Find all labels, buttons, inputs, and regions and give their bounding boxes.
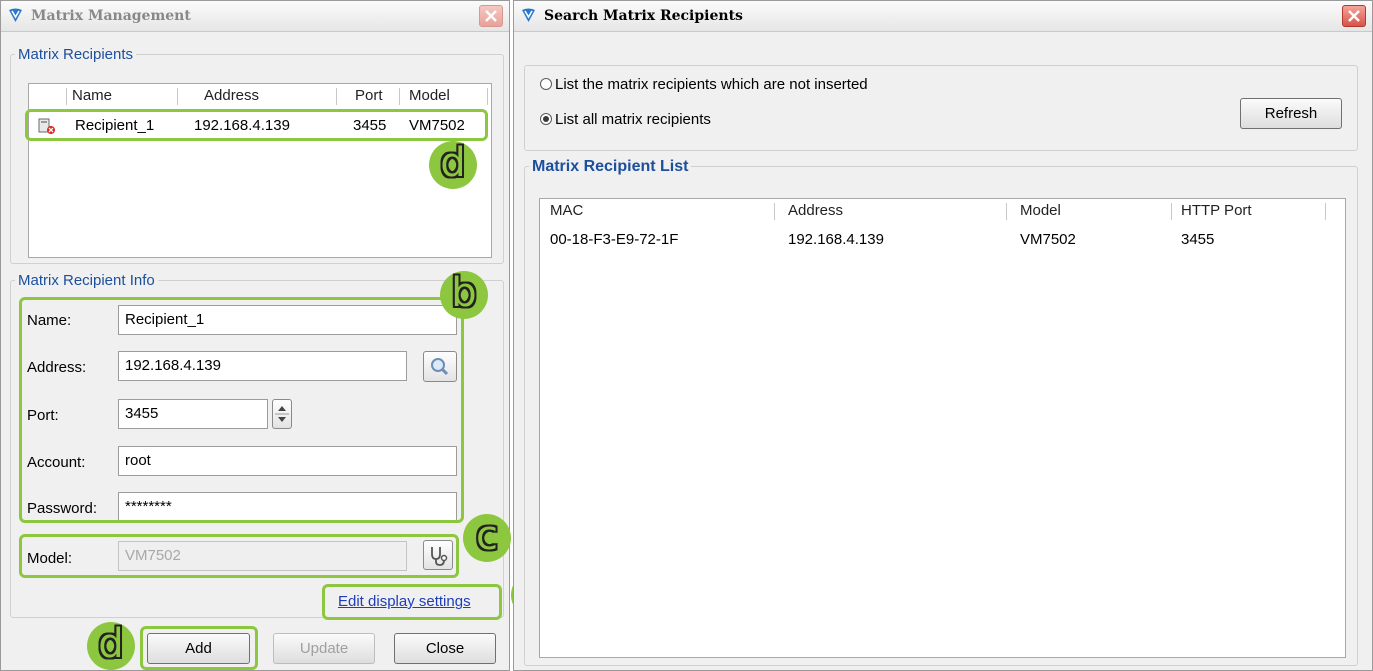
highlight-model	[19, 534, 459, 578]
radio-all[interactable]: List all matrix recipients	[540, 111, 711, 128]
highlight-row	[25, 109, 488, 141]
badge-b: b	[440, 271, 488, 319]
matrix-management-window: Matrix Management Matrix Recipients Name…	[0, 0, 559, 671]
badge-d-bottom: d	[87, 622, 135, 670]
recipient-list[interactable]: MAC Address Model HTTP Port 00-18-F3-E9-…	[539, 198, 1346, 658]
highlight-add	[140, 626, 258, 670]
cell-address: 192.168.4.139	[788, 231, 884, 248]
recipient-info-group-title: Matrix Recipient Info	[18, 272, 155, 289]
column-separator	[1325, 203, 1326, 220]
column-header-address[interactable]: Address	[788, 199, 843, 223]
column-header-model[interactable]: Model	[1020, 199, 1061, 223]
window-title: Matrix Management	[31, 8, 191, 24]
refresh-button[interactable]: Refresh	[1240, 98, 1342, 129]
column-header-port[interactable]: Port	[355, 84, 383, 108]
column-separator	[487, 88, 488, 105]
cell-http-port: 3455	[1181, 231, 1215, 248]
close-icon[interactable]	[1342, 5, 1366, 27]
recipients-group-title: Matrix Recipients	[18, 46, 134, 63]
radio-button[interactable]	[540, 78, 552, 90]
column-header-model[interactable]: Model	[409, 84, 450, 108]
column-separator	[66, 88, 67, 105]
column-header-name[interactable]: Name	[72, 84, 112, 108]
column-separator	[774, 203, 775, 220]
table-row[interactable]: 00-18-F3-E9-72-1F 192.168.4.139 VM7502 3…	[540, 229, 1345, 253]
column-separator	[336, 88, 337, 105]
radio-button-selected[interactable]	[540, 113, 552, 125]
column-header-http-port[interactable]: HTTP Port	[1181, 199, 1252, 223]
radio-all-label: List all matrix recipients	[555, 111, 711, 128]
cell-model: VM7502	[1020, 231, 1076, 248]
close-button[interactable]: Close	[394, 633, 496, 664]
highlight-info-fields	[19, 297, 464, 523]
window-title: Search Matrix Recipients	[544, 8, 743, 24]
highlight-edit-link	[322, 584, 502, 620]
recipient-list-group-title: Matrix Recipient List	[532, 158, 689, 175]
badge-d-top: d	[429, 141, 477, 189]
column-separator	[1171, 203, 1172, 220]
radio-not-inserted-label: List the matrix recipients which are not…	[555, 76, 868, 93]
column-separator	[1006, 203, 1007, 220]
title-bar[interactable]: Matrix Management	[1, 1, 509, 32]
app-icon	[9, 8, 22, 22]
column-separator	[177, 88, 178, 105]
badge-c: c	[463, 514, 511, 562]
column-header-address[interactable]: Address	[204, 84, 259, 108]
close-icon[interactable]	[479, 5, 503, 27]
update-button[interactable]: Update	[273, 633, 375, 664]
app-icon	[522, 8, 535, 22]
column-separator	[399, 88, 400, 105]
column-header-mac[interactable]: MAC	[550, 199, 583, 223]
cell-mac: 00-18-F3-E9-72-1F	[550, 231, 679, 248]
radio-not-inserted[interactable]: List the matrix recipients which are not…	[540, 76, 868, 93]
title-bar[interactable]: Search Matrix Recipients	[514, 1, 1372, 32]
search-matrix-recipients-window: Search Matrix Recipients List the matrix…	[513, 0, 1373, 671]
